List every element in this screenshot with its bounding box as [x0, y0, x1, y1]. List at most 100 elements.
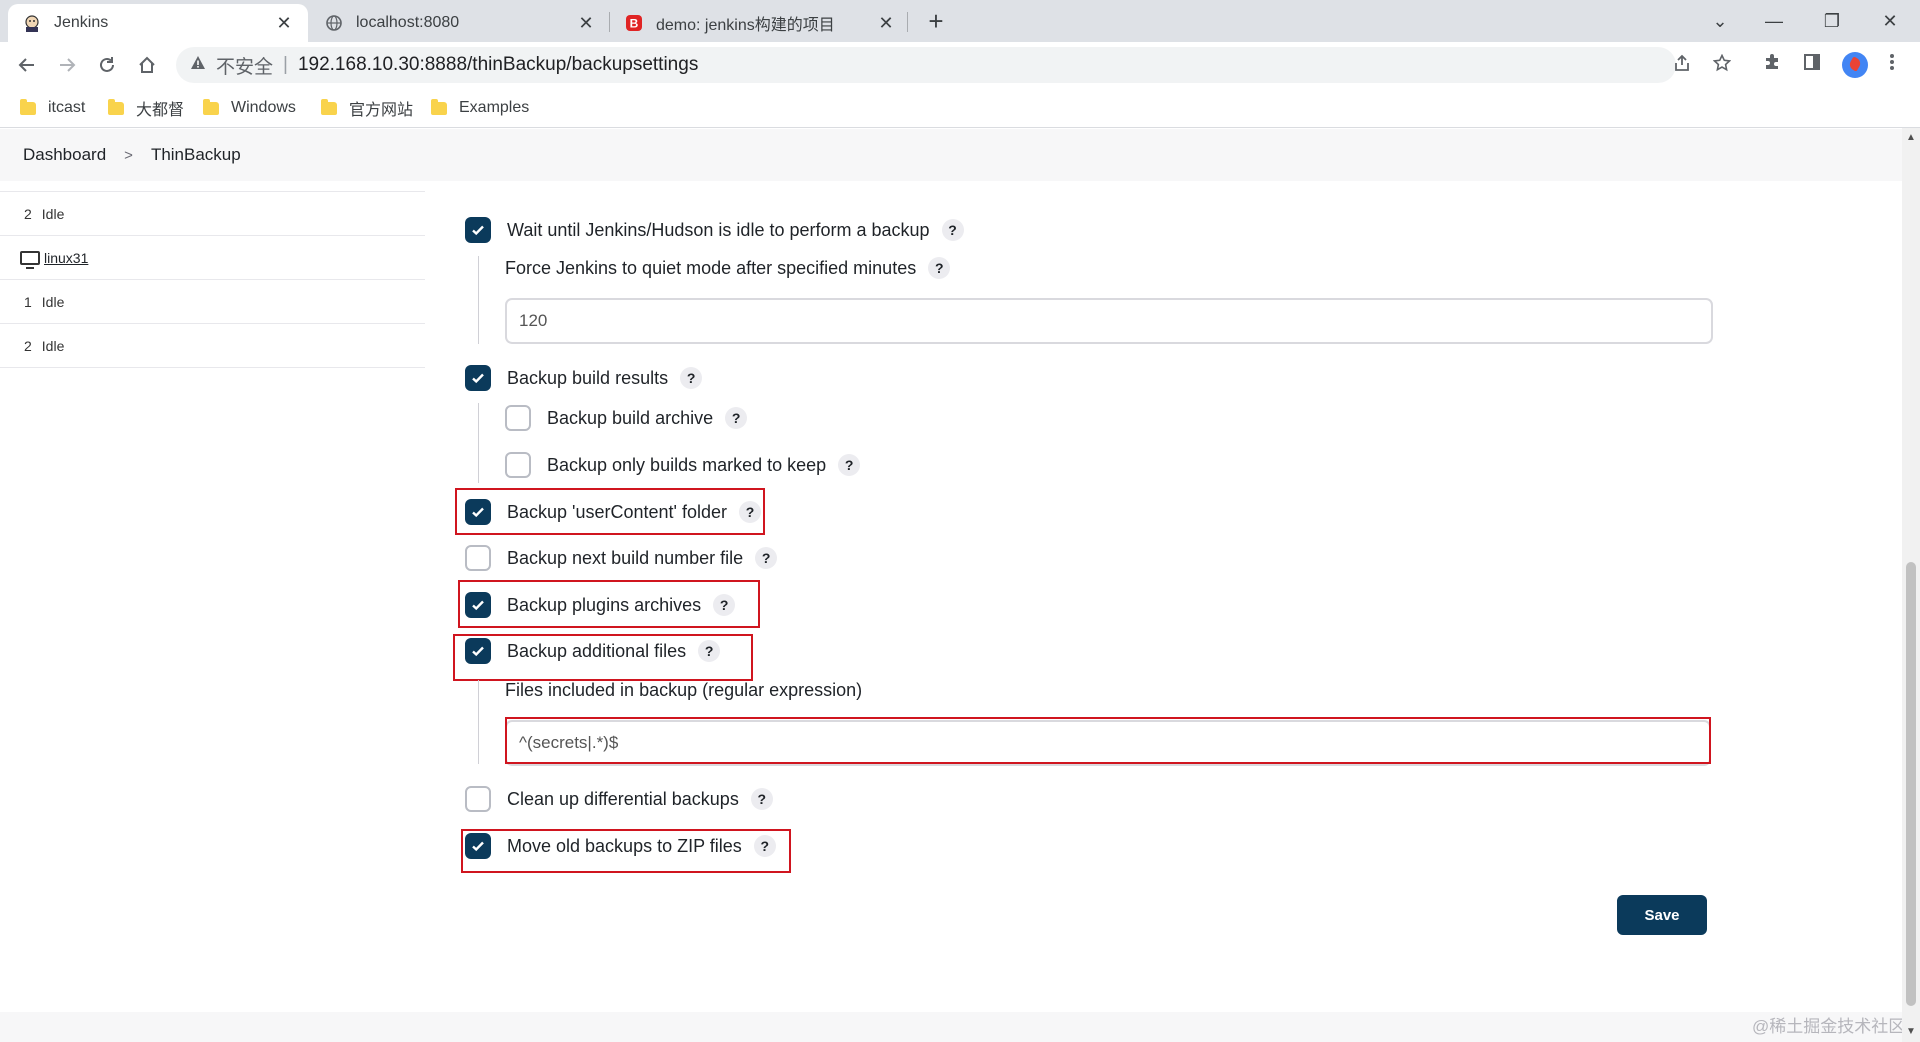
close-tab-icon[interactable]: ✕ [274, 13, 294, 34]
address-url: 192.168.10.30:8888/thinBackup/backupsett… [297, 54, 699, 75]
executor-number: 2 [24, 205, 32, 222]
restore-button[interactable]: ❐ [1812, 6, 1852, 36]
help-icon[interactable]: ? [755, 547, 778, 569]
more-menu-icon[interactable] [1878, 52, 1906, 80]
scrollbar-thumb[interactable] [1906, 562, 1916, 1006]
profile-avatar[interactable] [1842, 52, 1868, 78]
files-included-label: Files included in backup (regular expres… [505, 680, 863, 700]
build-archive-checkbox[interactable] [505, 405, 531, 431]
plugins-checkbox[interactable] [465, 592, 491, 618]
breadcrumb-thinbackup[interactable]: ThinBackup [151, 145, 241, 165]
cleanup-checkbox[interactable] [465, 786, 491, 812]
help-icon[interactable]: ? [753, 835, 776, 857]
build-results-label: Backup build results [507, 367, 669, 388]
wait-idle-checkbox[interactable] [465, 217, 491, 243]
computer-icon [20, 250, 40, 269]
breadcrumb-dashboard[interactable]: Dashboard [23, 145, 106, 165]
build-results-checkbox[interactable] [465, 365, 491, 391]
reload-icon[interactable] [92, 50, 122, 80]
tab-demo[interactable]: B demo: jenkins构建的项目 ✕ [610, 4, 910, 42]
browser-toolbar: 不安全 | 192.168.10.30:8888/thinBackup/back… [0, 42, 1920, 88]
help-icon[interactable]: ? [838, 454, 861, 476]
forward-arrow-icon[interactable] [52, 50, 82, 80]
save-button[interactable]: Save [1617, 895, 1707, 935]
bookmark-star-icon[interactable] [1710, 53, 1734, 78]
wait-idle-row: Wait until Jenkins/Hudson is idle to per… [465, 217, 964, 243]
scroll-up-arrow-icon[interactable]: ▲ [1904, 132, 1918, 143]
help-icon[interactable]: ? [750, 788, 773, 810]
help-icon[interactable]: ? [698, 640, 721, 662]
zip-label: Move old backups to ZIP files [507, 835, 742, 856]
user-content-checkbox[interactable] [465, 499, 491, 525]
watermark: @稀土掘金技术社区 [1752, 1017, 1906, 1036]
node-row: linux31 [0, 236, 425, 280]
help-icon[interactable]: ? [680, 367, 703, 389]
close-window-button[interactable]: ✕ [1870, 6, 1910, 36]
page-footer [0, 1012, 1902, 1042]
jenkins-favicon-icon [22, 13, 42, 33]
zip-checkbox[interactable] [465, 833, 491, 859]
bookmark-examples[interactable]: Examples [431, 96, 529, 120]
files-included-regex-input[interactable] [505, 720, 1711, 766]
next-build-label: Backup next build number file [507, 547, 744, 568]
nested-guide-line [478, 403, 479, 483]
tab-localhost[interactable]: localhost:8080 ✕ [310, 4, 610, 42]
bookmark-label: Windows [231, 99, 296, 116]
executor-number: 1 [24, 293, 32, 310]
minimize-button[interactable]: — [1754, 6, 1794, 36]
tab-jenkins[interactable]: Jenkins ✕ [8, 4, 308, 42]
bookmark-official-site[interactable]: 官方网站 [321, 96, 413, 120]
help-icon[interactable]: ? [713, 594, 736, 616]
next-build-checkbox[interactable] [465, 545, 491, 571]
breadcrumb-chevron-icon: > [124, 146, 133, 164]
check-icon [472, 373, 484, 384]
executor-row: 2 Idle [0, 192, 425, 236]
new-tab-button[interactable]: + [920, 6, 952, 38]
bookmark-dadudu[interactable]: 大都督 [108, 96, 184, 120]
wait-idle-label: Wait until Jenkins/Hudson is idle to per… [507, 219, 930, 240]
files-included-row: Files included in backup (regular expres… [505, 680, 862, 701]
help-icon[interactable]: ? [941, 219, 964, 241]
close-tab-icon[interactable]: ✕ [576, 13, 596, 34]
build-archive-row: Backup build archive ? [505, 405, 748, 431]
quiet-mode-minutes-input[interactable] [505, 298, 1713, 344]
executor-row: 2 Idle [0, 324, 425, 368]
nested-guide-line [478, 680, 479, 764]
bookmark-windows[interactable]: Windows [203, 96, 296, 120]
tab-search-chevron-icon[interactable]: ⌄ [1700, 6, 1740, 36]
home-icon[interactable] [132, 50, 162, 80]
share-icon[interactable] [1670, 54, 1694, 78]
tab-title: localhost:8080 [356, 14, 460, 31]
builds-keep-checkbox[interactable] [505, 452, 531, 478]
bookmark-itcast[interactable]: itcast [20, 96, 85, 120]
next-build-row: Backup next build number file ? [465, 545, 778, 571]
breadcrumb: Dashboard > ThinBackup [0, 129, 1902, 181]
bookmark-label: 大都督 [136, 102, 185, 119]
help-icon[interactable]: ? [928, 257, 951, 279]
check-icon [472, 225, 484, 236]
address-bar[interactable]: 不安全 | 192.168.10.30:8888/thinBackup/back… [176, 47, 1676, 83]
tab-separator [907, 12, 908, 32]
folder-icon [321, 98, 337, 115]
extensions-puzzle-icon[interactable] [1758, 52, 1786, 80]
close-tab-icon[interactable]: ✕ [876, 13, 896, 34]
address-separator: | [283, 54, 288, 75]
build-archive-label: Backup build archive [547, 407, 714, 428]
side-panel-icon[interactable] [1798, 52, 1826, 80]
additional-files-label: Backup additional files [507, 640, 687, 661]
scroll-down-arrow-icon[interactable]: ▼ [1904, 1026, 1918, 1037]
help-icon[interactable]: ? [725, 407, 748, 429]
bookmark-label: Examples [459, 99, 530, 116]
additional-files-checkbox[interactable] [465, 638, 491, 664]
user-content-label: Backup 'userContent' folder [507, 501, 727, 522]
user-content-row: Backup 'userContent' folder ? [465, 499, 761, 525]
quiet-mode-row: Force Jenkins to quiet mode after specif… [505, 257, 951, 279]
help-icon[interactable]: ? [739, 501, 761, 523]
bookmark-label: itcast [48, 99, 86, 116]
executor-status: Idle [41, 205, 65, 222]
back-arrow-icon[interactable] [12, 50, 42, 80]
executor-row: 1 Idle [0, 280, 425, 324]
executor-status: Idle [41, 293, 65, 310]
plugins-row: Backup plugins archives ? [465, 592, 736, 618]
node-link-linux31[interactable]: linux31 [44, 250, 88, 266]
